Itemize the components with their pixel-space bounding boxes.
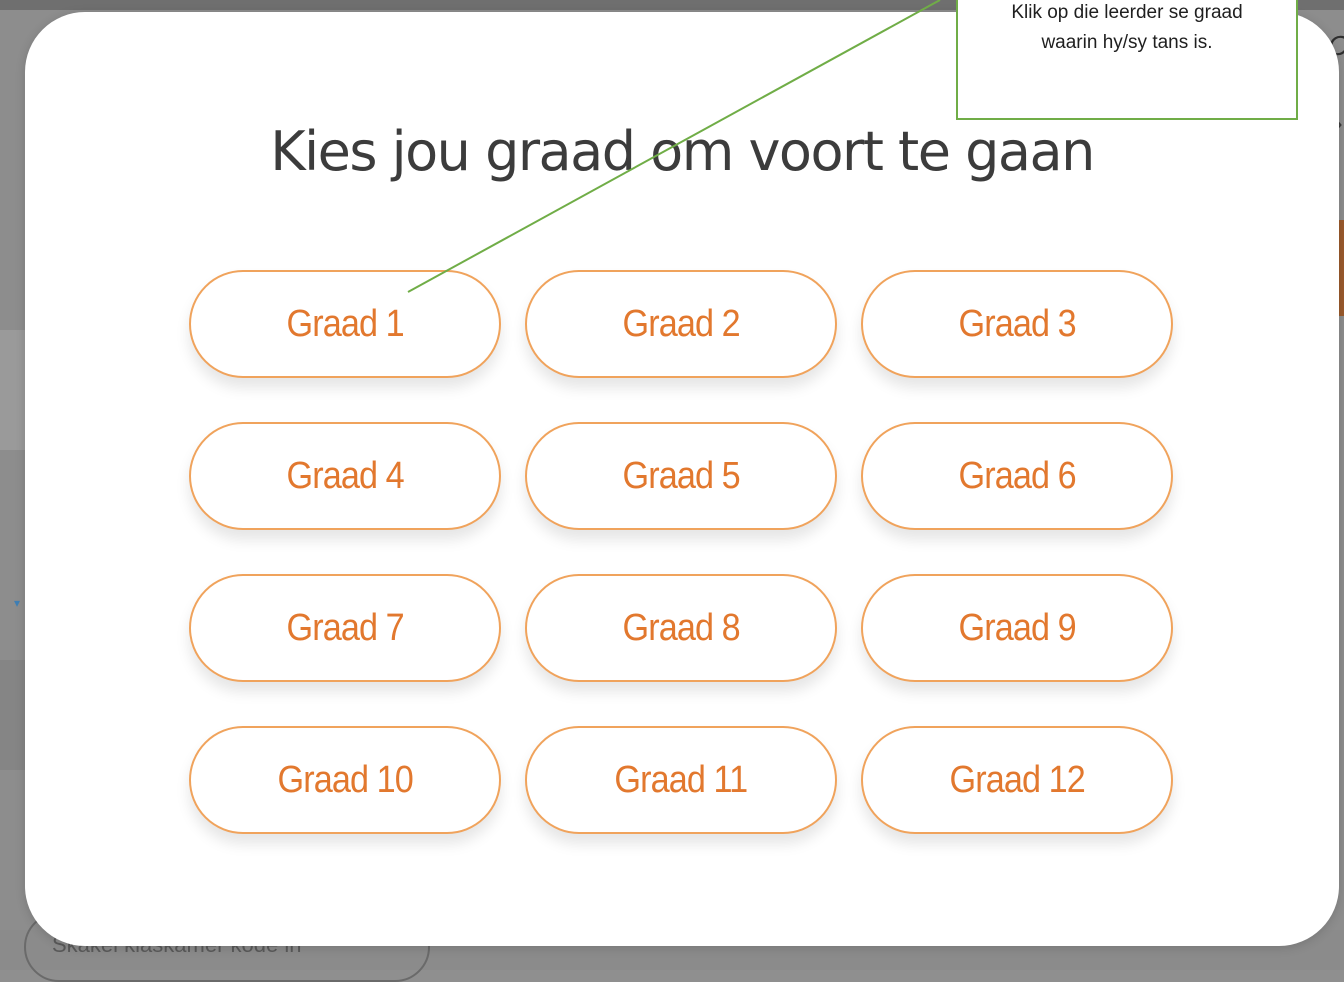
grade-select-modal: Kies jou graad om voort te gaan Graad 1 … (25, 12, 1339, 946)
grade-3-button[interactable]: Graad 3 (861, 270, 1173, 378)
grade-button-label: Graad 9 (958, 606, 1076, 649)
grade-button-label: Graad 2 (622, 302, 740, 345)
grade-9-button[interactable]: Graad 9 (861, 574, 1173, 682)
grade-10-button[interactable]: Graad 10 (189, 726, 501, 834)
callout-line-2: waarin hy/sy tans is. (1041, 32, 1213, 53)
grade-7-button[interactable]: Graad 7 (189, 574, 501, 682)
grade-4-button[interactable]: Graad 4 (189, 422, 501, 530)
grade-button-grid: Graad 1 Graad 2 Graad 3 Graad 4 Graad 5 … (189, 270, 1173, 834)
grade-8-button[interactable]: Graad 8 (525, 574, 837, 682)
grade-6-button[interactable]: Graad 6 (861, 422, 1173, 530)
grade-5-button[interactable]: Graad 5 (525, 422, 837, 530)
grade-button-label: Graad 6 (958, 454, 1076, 497)
grade-button-label: Graad 11 (614, 758, 749, 801)
grade-button-label: Graad 4 (286, 454, 404, 497)
annotation-callout: Klik op die leerder se graad waarin hy/s… (956, 0, 1298, 120)
grade-11-button[interactable]: Graad 11 (525, 726, 837, 834)
grade-button-label: Graad 5 (622, 454, 740, 497)
callout-line-1: Klik op die leerder se graad (1011, 2, 1243, 23)
grade-2-button[interactable]: Graad 2 (525, 270, 837, 378)
grade-12-button[interactable]: Graad 12 (861, 726, 1173, 834)
grade-button-label: Graad 8 (622, 606, 740, 649)
grade-button-label: Graad 1 (286, 302, 404, 345)
grade-button-label: Graad 10 (277, 758, 413, 801)
modal-title: Kies jou graad om voort te gaan (270, 120, 1095, 183)
chevron-down-icon: ▾ (14, 596, 21, 610)
grade-button-label: Graad 3 (958, 302, 1076, 345)
grade-button-label: Graad 7 (286, 606, 404, 649)
grade-1-button[interactable]: Graad 1 (189, 270, 501, 378)
grade-button-label: Graad 12 (949, 758, 1085, 801)
